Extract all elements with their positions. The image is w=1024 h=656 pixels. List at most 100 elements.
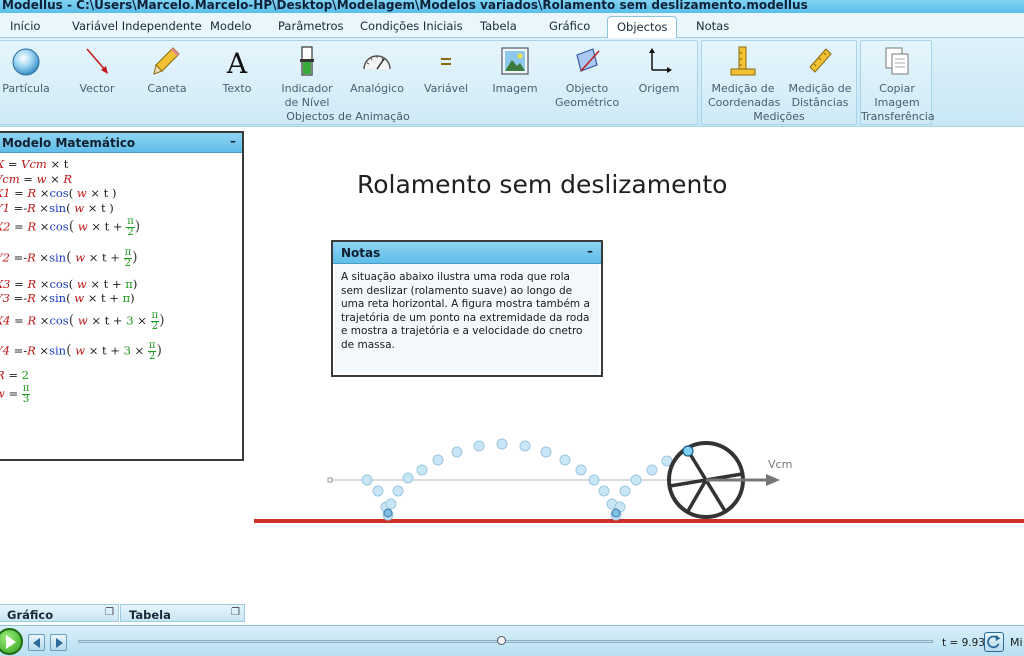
equation-y4[interactable]: Y4 =-R ×sin( w × t + 3 × π2) <box>0 341 162 362</box>
math-model-header: Modelo Matemático – <box>0 133 242 153</box>
equation-vcm[interactable]: Vcm = w × R <box>0 172 72 186</box>
minimize-button[interactable]: – <box>230 134 236 148</box>
variable-button[interactable]: Variável <box>421 45 471 96</box>
group-label-measurements: Medições <box>753 110 805 123</box>
coordinate-measure-label: Medição de Coordenadas <box>708 82 781 109</box>
equation-y2[interactable]: Y2 =-R ×sin( w × t + π2) <box>0 248 138 269</box>
particle-button[interactable]: Partícula <box>0 45 53 96</box>
pencil-icon <box>153 47 180 75</box>
geometric-object-button[interactable]: Objecto Geométrico <box>555 45 619 110</box>
coordinate-measure-button[interactable]: Medição de Coordenadas <box>708 45 781 110</box>
vector-arrow-icon <box>86 48 108 74</box>
pen-button[interactable]: Caneta <box>141 45 193 96</box>
equation-y3[interactable]: Y3 =-R ×sin( w × t + π) <box>0 291 135 305</box>
equation-w[interactable]: w = π3 <box>0 384 31 405</box>
image-button[interactable]: Imagem <box>489 45 541 96</box>
variable-label: Variável <box>423 82 469 95</box>
canvas-title[interactable]: Rolamento sem deslizamento <box>357 170 727 199</box>
group-measurements: Medição de Coordenadas Medição de Distânci… <box>701 40 857 125</box>
copy-image-label: Copiar Imagem <box>874 82 920 109</box>
menu-bar: Início Variável Independente Modelo Parâ… <box>0 13 1024 39</box>
animation-area: Vcm <box>254 438 1024 523</box>
equation-y1[interactable]: Y1 =-R ×sin( w × t ) <box>0 201 114 215</box>
distance-ruler-icon <box>809 48 832 73</box>
pen-label: Caneta <box>147 82 187 95</box>
tab-objectos[interactable]: Objectos <box>607 16 678 39</box>
restore-icon[interactable]: ❐ <box>105 607 114 618</box>
vector-label: Vcm <box>768 458 792 471</box>
origin-button[interactable]: Origem <box>635 45 683 96</box>
level-indicator-icon <box>300 46 314 76</box>
origin-axes-icon <box>649 48 672 73</box>
distance-measure-label: Medição de Distâncias <box>788 82 852 109</box>
level-indicator-label: Indicador de Nível <box>281 82 333 109</box>
origin-label: Origem <box>638 82 680 95</box>
rim-point[interactable] <box>682 445 694 457</box>
analog-label: Analógico <box>350 82 404 95</box>
coordinate-ruler-icon <box>730 46 756 76</box>
image-label: Imagem <box>492 82 538 95</box>
equation-x1[interactable]: X1 = R ×cos( w × t ) <box>0 186 116 200</box>
group-animation-objects: Partícula Vector Caneta A Texto Indicado… <box>0 40 698 125</box>
group-label-transfer: Transferência <box>861 110 935 123</box>
math-model-title: Modelo Matemático <box>2 136 136 150</box>
restore-icon[interactable]: ❐ <box>231 607 240 618</box>
ribbon: Partícula Vector Caneta A Texto Indicado… <box>0 38 1024 127</box>
step-forward-button[interactable] <box>50 634 67 651</box>
vector-button[interactable]: Vector <box>71 45 123 96</box>
graph-panel-tab[interactable]: Gráfico ❐ <box>0 604 119 622</box>
geometric-object-icon <box>576 48 600 72</box>
notes-minimize-button[interactable]: – <box>587 244 593 258</box>
replay-icon <box>987 634 1001 649</box>
replay-button[interactable] <box>984 632 1004 652</box>
analog-button[interactable]: Analógico <box>348 45 406 96</box>
equation-x3[interactable]: X3 = R ×cos( w × t + π) <box>0 277 137 291</box>
level-indicator-button[interactable]: Indicador de Nível <box>279 45 335 110</box>
tab-grafico[interactable]: Gráfico <box>549 19 590 33</box>
equation-r[interactable]: R = 2 <box>0 368 29 382</box>
window-title: Modellus - C:\Users\Marcelo.Marcelo-HP\D… <box>2 0 808 12</box>
table-panel-tab[interactable]: Tabela ❐ <box>120 604 245 622</box>
copy-image-button[interactable]: Copiar Imagem <box>865 45 929 110</box>
time-readout: t = 9.93 <box>942 637 985 649</box>
text-label: Texto <box>222 82 252 95</box>
copy-pages-icon <box>885 47 909 75</box>
svg-text:A: A <box>226 47 248 77</box>
variable-equals-icon <box>441 58 451 65</box>
table-panel-title: Tabela <box>129 608 171 622</box>
particle-label: Partícula <box>2 82 50 95</box>
image-icon <box>501 47 529 75</box>
notes-text[interactable]: A situação abaixo ilustra uma roda que r… <box>335 264 599 373</box>
notes-title: Notas <box>341 246 381 260</box>
play-button[interactable] <box>0 628 23 655</box>
trail-point-bottom <box>611 508 621 518</box>
notes-header: Notas – <box>333 242 601 264</box>
gauge-icon <box>363 55 391 70</box>
math-model-panel: Modelo Matemático – X = Vcm × t Vcm = w … <box>0 131 244 461</box>
tab-variavel-independente[interactable]: Variável Independente <box>72 19 202 33</box>
group-label-animation: Objectos de Animação <box>286 110 410 123</box>
geometric-object-label: Objecto Geométrico <box>555 82 620 109</box>
group-transfer: Copiar Imagem Transferência <box>860 40 935 125</box>
graph-panel-title: Gráfico <box>7 608 54 622</box>
distance-measure-button[interactable]: Medição de Distâncias <box>786 45 854 110</box>
truncated-label: Mi <box>1010 636 1023 649</box>
equation-x2[interactable]: X2 = R ×cos( w × t + π2) <box>0 217 140 238</box>
tab-condicoes-iniciais[interactable]: Condições Iniciais <box>360 19 463 33</box>
particle-icon <box>12 48 40 76</box>
time-slider-thumb[interactable] <box>497 636 506 645</box>
text-a-icon: A <box>226 47 248 77</box>
vector-label: Vector <box>79 82 115 95</box>
tab-inicio[interactable]: Início <box>10 19 40 33</box>
equation-x[interactable]: X = Vcm × t <box>0 157 68 171</box>
tab-notas[interactable]: Notas <box>696 19 729 33</box>
notes-window[interactable]: Notas – A situação abaixo ilustra uma ro… <box>331 240 603 377</box>
tab-parametros[interactable]: Parâmetros <box>278 19 344 33</box>
step-back-button[interactable] <box>28 634 45 651</box>
title-bar: Modellus - C:\Users\Marcelo.Marcelo-HP\D… <box>0 0 1024 13</box>
text-button[interactable]: A Texto <box>213 45 261 96</box>
equation-x4[interactable]: X4 = R ×cos( w × t + 3 × π2) <box>0 311 165 332</box>
tab-modelo[interactable]: Modelo <box>210 19 252 33</box>
tab-tabela[interactable]: Tabela <box>480 19 517 33</box>
trail-point-bottom <box>383 508 393 518</box>
